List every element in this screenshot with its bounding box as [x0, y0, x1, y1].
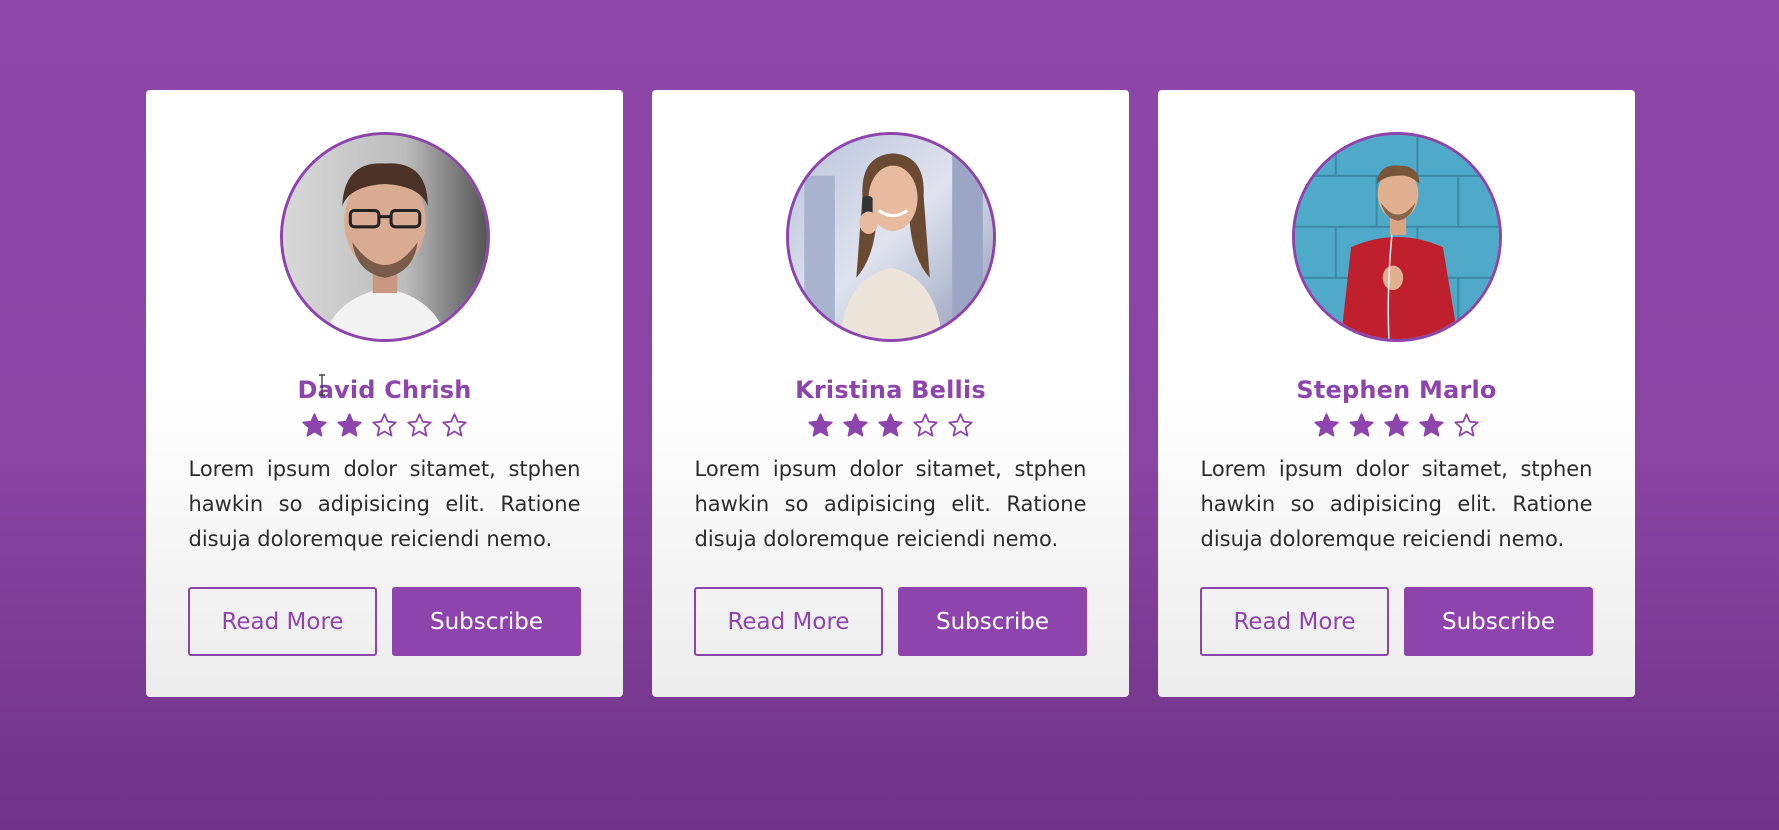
star-filled-icon	[1418, 412, 1445, 439]
star-rating	[301, 412, 468, 439]
profile-cards-row: David Chrish Lorem ipsum dolor sitamet, …	[146, 90, 1635, 697]
profile-description: Lorem ipsum dolor sitamet, stphen hawkin…	[188, 457, 581, 551]
text-cursor-icon	[319, 374, 325, 396]
star-filled-icon	[807, 412, 834, 439]
profile-description: Lorem ipsum dolor sitamet, stphen hawkin…	[1200, 457, 1593, 551]
profile-avatar	[785, 132, 996, 342]
star-filled-icon	[301, 412, 328, 439]
star-rating	[1313, 412, 1480, 439]
profile-description: Lorem ipsum dolor sitamet, stphen hawkin…	[694, 457, 1087, 551]
read-more-button[interactable]: Read More	[694, 587, 883, 656]
subscribe-button[interactable]: Subscribe	[898, 587, 1087, 656]
man-in-red-sweater-photo	[1294, 135, 1499, 339]
profile-name: Stephen Marlo	[1296, 376, 1497, 404]
profile-card-stephen: Stephen Marlo Lorem ipsum dolor sitamet,…	[1158, 90, 1635, 697]
star-filled-icon	[1383, 412, 1410, 439]
profile-card-kristina: Kristina Bellis Lorem ipsum dolor sitame…	[652, 90, 1129, 697]
subscribe-button[interactable]: Subscribe	[1404, 587, 1593, 656]
profile-avatar	[1291, 132, 1502, 342]
star-empty-icon	[371, 412, 398, 439]
card-actions: Read More Subscribe	[1200, 587, 1593, 656]
star-filled-icon	[336, 412, 363, 439]
star-filled-icon	[1313, 412, 1340, 439]
woman-on-phone-photo	[788, 135, 993, 339]
star-empty-icon	[912, 412, 939, 439]
star-filled-icon	[1348, 412, 1375, 439]
read-more-button[interactable]: Read More	[188, 587, 377, 656]
profile-card-david: David Chrish Lorem ipsum dolor sitamet, …	[146, 90, 623, 697]
star-empty-icon	[1453, 412, 1480, 439]
profile-avatar	[279, 132, 490, 342]
star-empty-icon	[441, 412, 468, 439]
star-empty-icon	[947, 412, 974, 439]
star-empty-icon	[406, 412, 433, 439]
profile-name: Kristina Bellis	[795, 376, 986, 404]
read-more-button[interactable]: Read More	[1200, 587, 1389, 656]
star-filled-icon	[877, 412, 904, 439]
page-background: David Chrish Lorem ipsum dolor sitamet, …	[0, 0, 1779, 830]
man-with-glasses-photo	[282, 135, 487, 339]
subscribe-button[interactable]: Subscribe	[392, 587, 581, 656]
card-actions: Read More Subscribe	[694, 587, 1087, 656]
card-actions: Read More Subscribe	[188, 587, 581, 656]
star-rating	[807, 412, 974, 439]
star-filled-icon	[842, 412, 869, 439]
